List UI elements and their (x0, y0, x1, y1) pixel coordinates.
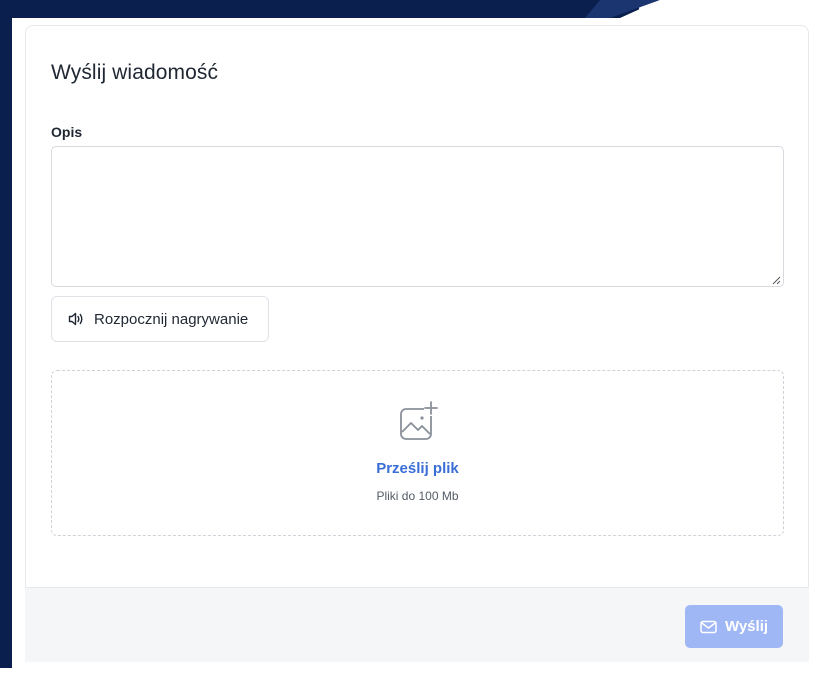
message-card: Wyślij wiadomość Opis Rozpocznij nagrywa… (25, 25, 809, 588)
page: Wyślij wiadomość Opis Rozpocznij nagrywa… (0, 0, 821, 691)
file-dropzone[interactable]: Prześlij plik Pliki do 100 Mb (51, 370, 784, 536)
send-button[interactable]: Wyślij (685, 605, 783, 648)
card-footer: Wyślij (25, 588, 809, 662)
start-recording-label: Rozpocznij nagrywanie (94, 310, 249, 328)
speaker-icon (68, 312, 83, 326)
description-label: Opis (51, 124, 83, 140)
upload-size-hint: Pliki do 100 Mb (376, 489, 459, 503)
resize-handle-icon[interactable] (771, 275, 781, 285)
upload-file-link[interactable]: Prześlij plik (52, 460, 783, 477)
description-textarea[interactable] (51, 146, 784, 287)
send-button-label: Wyślij (724, 618, 769, 635)
card-title: Wyślij wiadomość (51, 61, 219, 84)
start-recording-button[interactable]: Rozpocznij nagrywanie (51, 296, 269, 342)
image-add-icon (400, 401, 438, 440)
mail-icon (700, 620, 717, 633)
